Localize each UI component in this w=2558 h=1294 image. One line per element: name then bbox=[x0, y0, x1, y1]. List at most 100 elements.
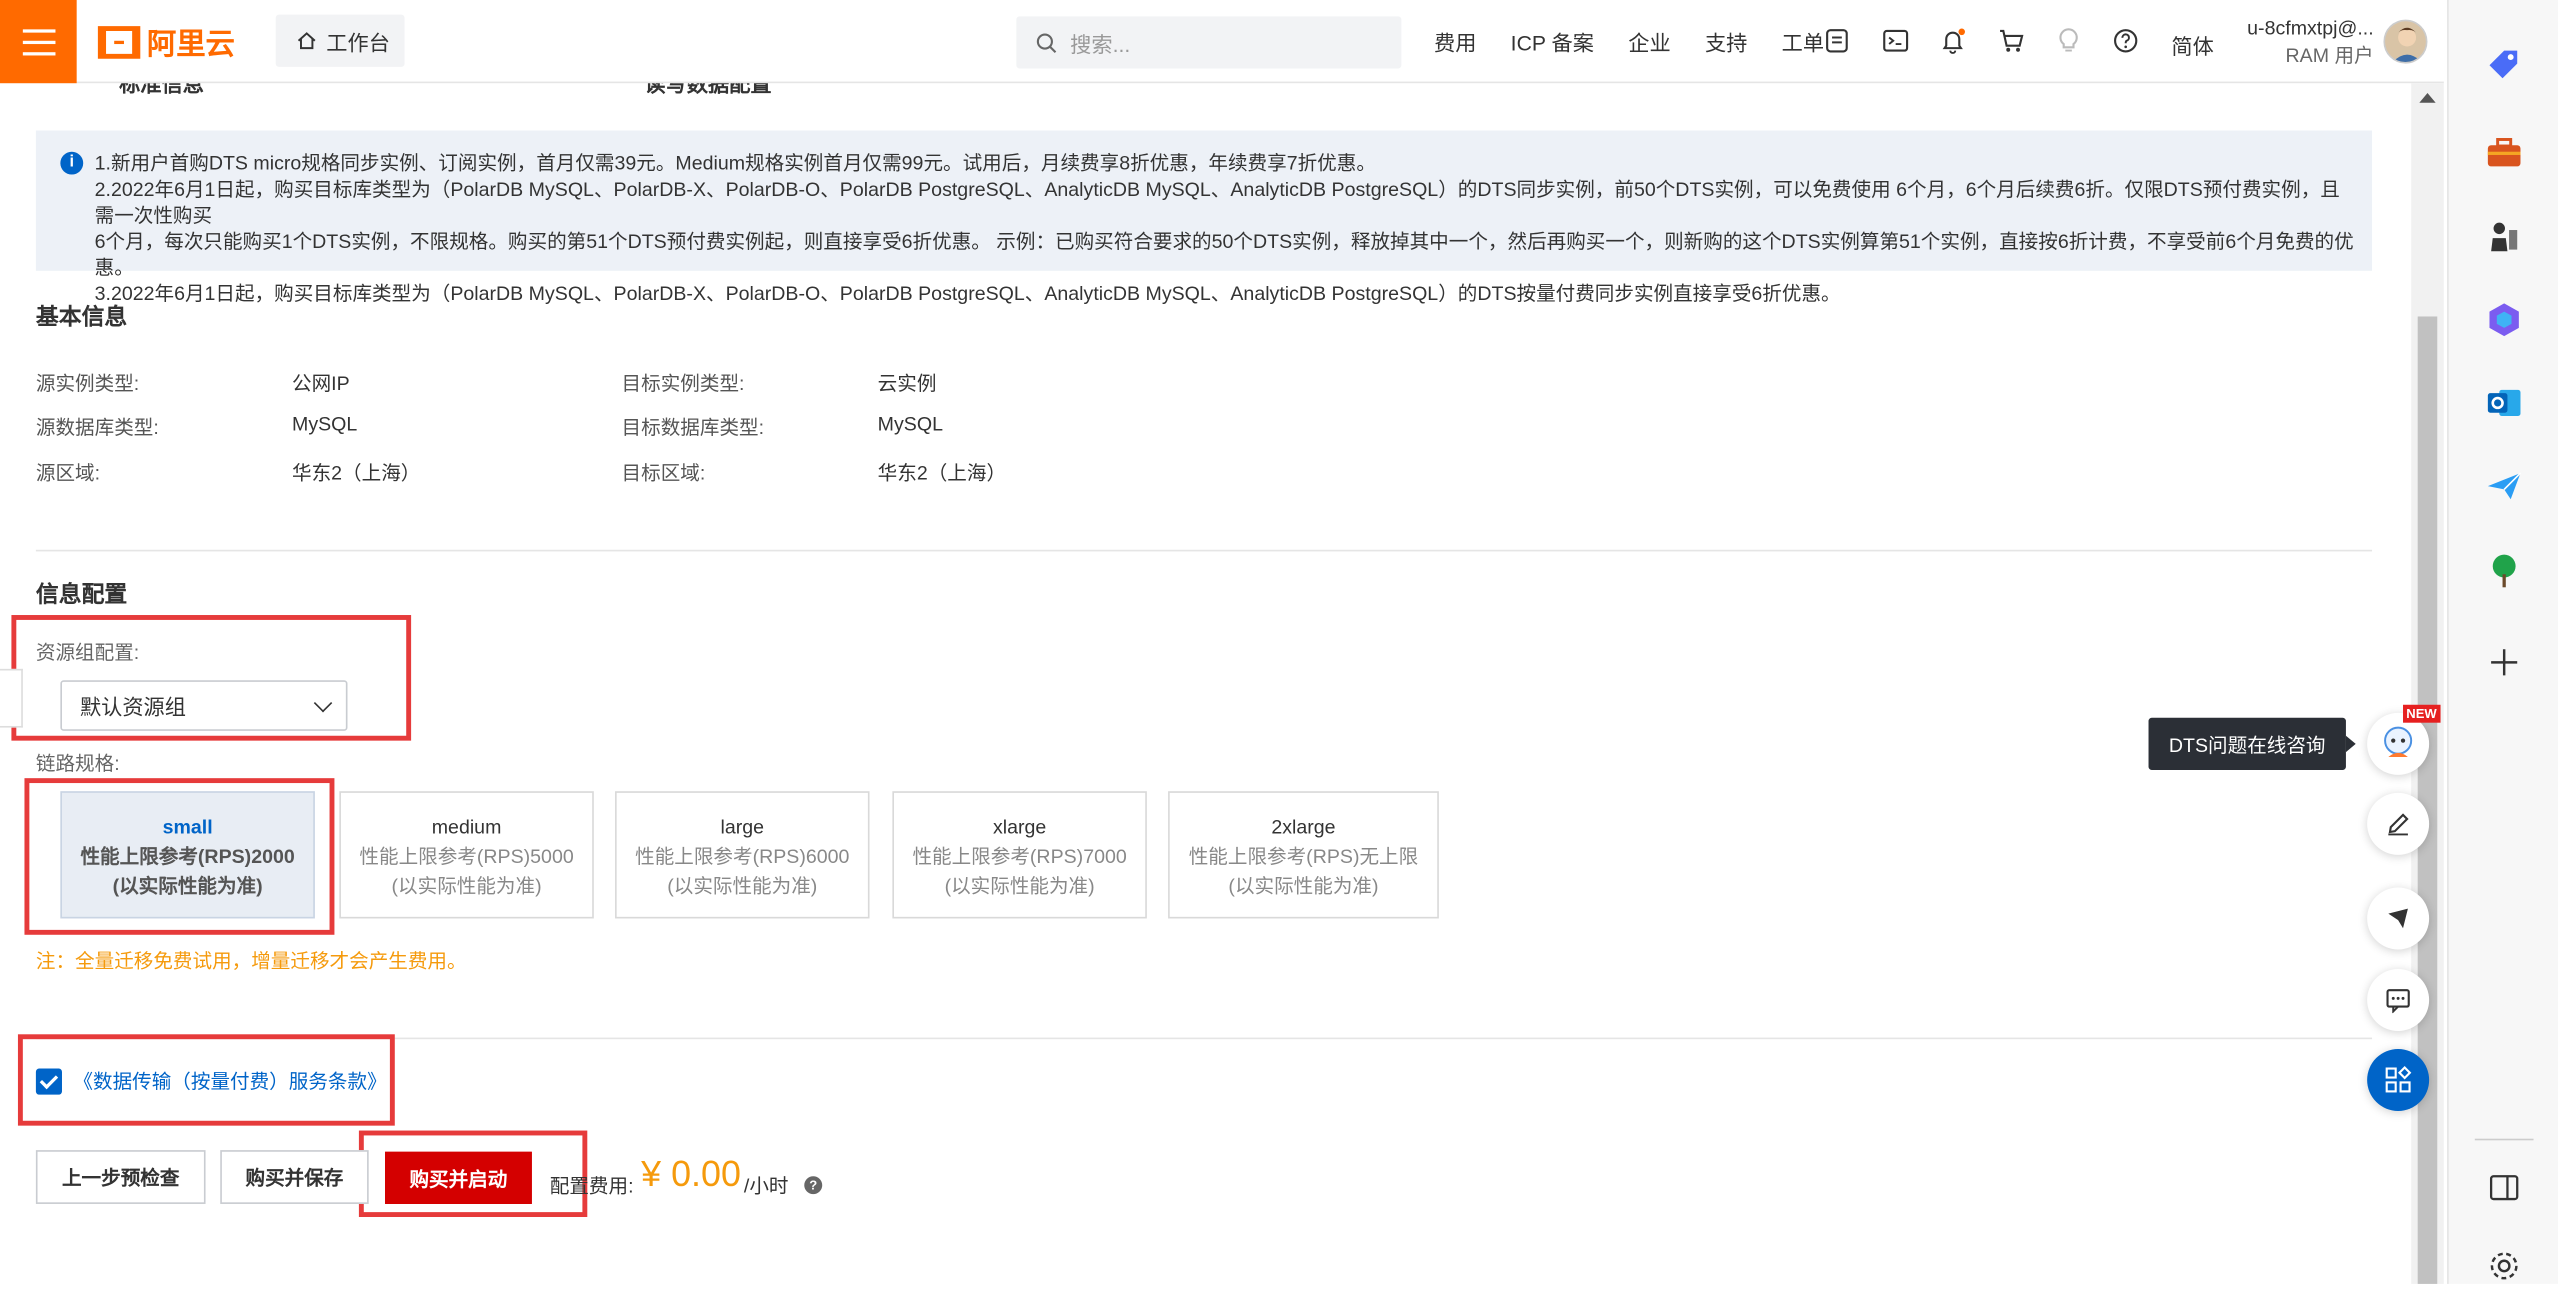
scroll-thumb[interactable] bbox=[2417, 316, 2438, 1284]
workbench-label: 工作台 bbox=[326, 30, 390, 55]
lightbulb-icon[interactable] bbox=[2052, 24, 2085, 57]
field-label: 源实例类型: bbox=[35, 371, 140, 395]
user-menu[interactable]: u-8cfmxtpj@... RAM 用户 bbox=[2240, 15, 2374, 70]
notice-line-1: 1.新用户首购DTS micro规格同步实例、订阅实例，首月仅需39元。Medi… bbox=[94, 151, 1376, 175]
bell-icon[interactable] bbox=[1936, 24, 1969, 57]
spec-rps: 性能上限参考(RPS)5000 bbox=[359, 845, 574, 868]
fee-value: ¥ 0.00 bbox=[641, 1153, 741, 1195]
top-navigation-bar: 阿里云 工作台 搜索... 费用 ICP 备案 企业 支持 工单 简体 u-8c… bbox=[0, 0, 2444, 84]
spec-option-xlarge[interactable]: xlarge 性能上限参考(RPS)7000 (以实际性能为准) bbox=[892, 791, 1147, 919]
spec-note: (以实际性能为准) bbox=[667, 874, 818, 898]
tag-icon[interactable] bbox=[2485, 46, 2524, 85]
tree-icon[interactable] bbox=[2485, 551, 2524, 590]
notice-line-2b: 6个月，每次只能购买1个DTS实例，不限规格。购买的第51个DTS预付费实例起，… bbox=[94, 230, 2354, 279]
sidebar-collapse-handle[interactable] bbox=[0, 668, 23, 728]
spec-rps: 性能上限参考(RPS)2000 bbox=[80, 845, 295, 868]
spec-note: (以实际性能为准) bbox=[112, 874, 263, 898]
fee-label: 配置费用: bbox=[549, 1174, 634, 1198]
spec-note: (以实际性能为准) bbox=[391, 874, 542, 898]
field-label: 目标区域: bbox=[621, 461, 706, 485]
buy-and-save-button[interactable]: 购买并保存 bbox=[220, 1150, 369, 1204]
top-nav-links: 费用 ICP 备案 企业 支持 工单 bbox=[1434, 0, 1858, 83]
send-icon[interactable] bbox=[2485, 467, 2524, 506]
workbench-button[interactable]: 工作台 bbox=[275, 14, 405, 67]
info-icon: i bbox=[60, 151, 84, 175]
fee-note: 注：全量迁移免费试用，增量迁移才会产生费用。 bbox=[35, 949, 467, 973]
spec-option-medium[interactable]: medium 性能上限参考(RPS)5000 (以实际性能为准) bbox=[339, 791, 594, 919]
config-title: 信息配置 bbox=[35, 580, 128, 607]
app-icon[interactable] bbox=[1821, 24, 1854, 57]
avatar[interactable] bbox=[2383, 19, 2428, 64]
spec-rps: 性能上限参考(RPS)无上限 bbox=[1188, 845, 1419, 868]
main-content: 标准信息 读写数据配置 i 1.新用户首购DTS micro规格同步实例、订阅实… bbox=[0, 83, 2411, 1284]
spec-rps: 性能上限参考(RPS)7000 bbox=[912, 845, 1127, 868]
terminal-icon[interactable] bbox=[1879, 24, 1912, 57]
spec-option-2xlarge[interactable]: 2xlarge 性能上限参考(RPS)无上限 (以实际性能为准) bbox=[1168, 791, 1439, 919]
spec-name: large bbox=[720, 815, 765, 839]
notice-line-3: 3.2022年6月1日起，购买目标库类型为（PolarDB MySQL、Pola… bbox=[94, 282, 1841, 306]
dock-divider bbox=[2474, 1138, 2534, 1141]
briefcase-icon[interactable] bbox=[2485, 134, 2524, 173]
outlook-icon[interactable] bbox=[2485, 383, 2524, 422]
terms-link[interactable]: 《数据传输（按量付费）服务条款》 bbox=[73, 1067, 386, 1095]
language-switch[interactable]: 简体 bbox=[2171, 29, 2213, 60]
resource-group-select[interactable]: 默认资源组 bbox=[60, 680, 348, 731]
field-value: 华东2（上海） bbox=[292, 461, 421, 485]
logo-mark-icon bbox=[97, 26, 141, 59]
field-label: 目标实例类型: bbox=[621, 371, 745, 395]
promo-notice: i 1.新用户首购DTS micro规格同步实例、订阅实例，首月仅需39元。Me… bbox=[35, 130, 2373, 305]
scroll-up-arrow-icon[interactable] bbox=[2419, 92, 2436, 103]
copilot-icon[interactable] bbox=[2485, 300, 2524, 339]
user-role: RAM 用户 bbox=[2285, 44, 2374, 67]
nav-link-billing[interactable]: 费用 bbox=[1434, 26, 1476, 57]
spec-rps: 性能上限参考(RPS)6000 bbox=[635, 845, 850, 868]
partial-header-right: 读写数据配置 bbox=[644, 83, 772, 97]
chat-icon[interactable] bbox=[2367, 969, 2430, 1032]
fee-unit: /小时 bbox=[743, 1174, 789, 1198]
home-icon bbox=[297, 32, 316, 50]
spec-note: (以实际性能为准) bbox=[944, 874, 1095, 898]
resource-group-label: 资源组配置: bbox=[35, 641, 140, 664]
field-value: MySQL bbox=[877, 412, 943, 436]
buy-and-start-button[interactable]: 购买并启动 bbox=[385, 1151, 532, 1204]
cart-icon[interactable] bbox=[1995, 24, 2028, 57]
edit-icon[interactable] bbox=[2367, 792, 2430, 855]
link-spec-label: 链路规格: bbox=[35, 752, 120, 775]
nav-link-support[interactable]: 支持 bbox=[1705, 26, 1747, 57]
chevron-down-icon bbox=[313, 693, 333, 713]
field-value: 华东2（上海） bbox=[877, 461, 1007, 485]
apps-grid-icon[interactable] bbox=[2367, 1048, 2430, 1111]
prev-precheck-button[interactable]: 上一步预检查 bbox=[35, 1150, 206, 1204]
spec-option-large[interactable]: large 性能上限参考(RPS)6000 (以实际性能为准) bbox=[615, 791, 870, 919]
spec-note: (以实际性能为准) bbox=[1228, 874, 1379, 898]
basic-info-title: 基本信息 bbox=[35, 303, 128, 330]
search-input[interactable]: 搜索... bbox=[1016, 16, 1402, 69]
spec-name: small bbox=[162, 815, 213, 839]
field-value: MySQL bbox=[292, 412, 358, 436]
field-label: 源区域: bbox=[35, 461, 101, 485]
fee-help-icon[interactable]: ? bbox=[804, 1176, 823, 1195]
aliyun-logo[interactable]: 阿里云 bbox=[97, 23, 235, 62]
sidebar-toggle-icon[interactable] bbox=[2485, 1168, 2524, 1207]
partial-header-left: 标准信息 bbox=[119, 83, 204, 97]
consult-tooltip: DTS问题在线咨询 bbox=[2148, 717, 2356, 771]
browser-sidebar bbox=[2447, 0, 2558, 1284]
notice-line-2a: 2.2022年6月1日起，购买目标库类型为（PolarDB MySQL、Pola… bbox=[94, 177, 2340, 227]
add-icon[interactable] bbox=[2485, 643, 2524, 682]
help-icon[interactable] bbox=[2109, 24, 2142, 57]
field-label: 源数据库类型: bbox=[35, 416, 159, 439]
spec-option-small[interactable]: small 性能上限参考(RPS)2000 (以实际性能为准) bbox=[60, 791, 315, 919]
nav-link-icp[interactable]: ICP 备案 bbox=[1511, 26, 1594, 57]
nav-link-enterprise[interactable]: 企业 bbox=[1628, 26, 1670, 57]
field-label: 目标数据库类型: bbox=[621, 416, 765, 439]
field-value: 云实例 bbox=[877, 371, 937, 395]
logo-text: 阿里云 bbox=[146, 27, 235, 61]
spec-name: medium bbox=[431, 815, 502, 839]
terms-checkbox[interactable] bbox=[35, 1068, 62, 1095]
feedback-icon[interactable] bbox=[2367, 887, 2430, 950]
menu-icon[interactable] bbox=[0, 0, 77, 84]
chess-icon[interactable] bbox=[2485, 217, 2524, 256]
nav-link-ticket[interactable]: 工单 bbox=[1782, 26, 1824, 57]
settings-gear-icon[interactable] bbox=[2485, 1246, 2524, 1285]
search-icon bbox=[1036, 32, 1057, 53]
